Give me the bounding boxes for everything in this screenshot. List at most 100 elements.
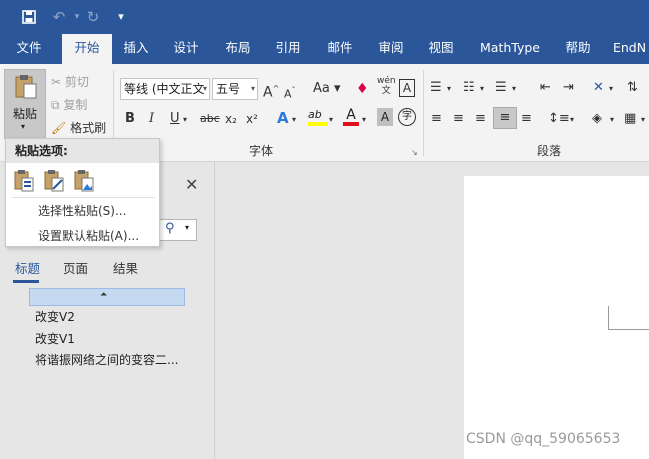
document-page[interactable] [464, 176, 649, 459]
nav-tab-pages[interactable]: 页面 [63, 258, 88, 277]
align-left-icon[interactable]: ≡ [431, 109, 442, 129]
search-dropdown-icon[interactable]: ▾ [185, 223, 189, 232]
close-icon[interactable]: ✕ [185, 175, 198, 194]
font-name-dropdown[interactable]: 等线 (中文正文 ▾ [120, 78, 210, 100]
tab-design[interactable]: 设计 [164, 34, 208, 64]
chinese-layout-dropdown-icon[interactable]: ▾ [609, 79, 613, 99]
underline-icon[interactable]: U [170, 109, 180, 129]
change-case-icon[interactable]: Aa ▾ [313, 79, 341, 99]
numbering-dropdown-icon[interactable]: ▾ [480, 79, 484, 99]
phonetic-guide-icon[interactable]: wén 文 [377, 76, 396, 96]
nav-tab-results[interactable]: 结果 [113, 258, 138, 277]
justify-icon[interactable]: ≡ [493, 107, 517, 129]
strikethrough-icon[interactable]: abc [200, 109, 220, 129]
selected-heading-item[interactable]: ⏶ [29, 288, 185, 306]
paste-options-menu: 粘贴选项: 选择性粘贴(S)... 设置默认粘贴(A)... [5, 138, 160, 247]
cut-label: 剪切 [64, 75, 89, 89]
active-tab-indicator [13, 280, 39, 283]
tab-help[interactable]: 帮助 [556, 34, 600, 64]
tab-view[interactable]: 视图 [419, 34, 463, 64]
heading-item[interactable]: 将谐振网络之间的变容二... [35, 351, 178, 368]
clipboard-icon [15, 75, 37, 99]
numbering-icon[interactable]: ☷ [463, 78, 475, 98]
heading-item[interactable]: 改变V1 [35, 330, 75, 347]
grow-font-icon[interactable]: A^ [263, 79, 279, 103]
sort-icon[interactable]: ⇅ [627, 78, 638, 98]
bullets-icon[interactable]: ☰ [430, 78, 442, 98]
redo-icon[interactable]: ↻ [82, 6, 104, 28]
tab-mathtype[interactable]: MathType [474, 34, 546, 64]
ribbon-tab-bar: 文件 开始 插入 设计 布局 引用 邮件 审阅 视图 MathType 帮助 E… [0, 34, 649, 64]
paste-button[interactable]: 粘贴 ▾ [4, 69, 46, 139]
font-color-dropdown-icon[interactable]: ▾ [362, 110, 366, 130]
paintbrush-icon: 🖌 [51, 121, 67, 135]
menu-divider [12, 197, 155, 198]
multilevel-list-dropdown-icon[interactable]: ▾ [512, 79, 516, 99]
shrink-font-icon[interactable]: Aˇ [284, 81, 296, 105]
tab-insert[interactable]: 插入 [114, 34, 158, 64]
decrease-indent-icon[interactable]: ⇤ [540, 78, 551, 98]
paste-special-menu-item[interactable]: 选择性粘贴(S)... [38, 202, 126, 219]
line-spacing-icon[interactable]: ↕≡ [548, 109, 570, 129]
increase-indent-icon[interactable]: ⇥ [563, 78, 574, 98]
align-center-icon[interactable]: ≡ [453, 109, 464, 129]
title-bar: ↶ ▾ ↻ ▾ [0, 0, 649, 34]
copy-button[interactable]: ⧉ 复制 [51, 96, 87, 113]
underline-dropdown-icon[interactable]: ▾ [183, 110, 187, 130]
enclose-characters-icon[interactable]: 字 [398, 108, 416, 126]
character-border-icon[interactable]: A [399, 79, 415, 97]
keep-source-formatting-icon[interactable] [13, 169, 35, 193]
font-size-dropdown[interactable]: 五号 ▾ [212, 78, 258, 100]
paste-dropdown-icon: ▾ [21, 122, 26, 131]
distributed-icon[interactable]: ≡ [521, 109, 532, 129]
format-painter-button[interactable]: 🖌 格式刷 [51, 119, 106, 136]
italic-icon[interactable]: I [149, 109, 154, 129]
tab-endnote[interactable]: EndN [610, 34, 649, 64]
paste-as-picture-icon[interactable] [73, 169, 95, 193]
tab-mailings[interactable]: 邮件 [318, 34, 362, 64]
borders-dropdown-icon[interactable]: ▾ [641, 110, 645, 130]
subscript-icon[interactable]: x₂ [225, 109, 237, 129]
character-shading-icon[interactable]: A [377, 108, 393, 126]
customize-quick-access-icon[interactable]: ▾ [110, 6, 132, 28]
font-size-value: 五号 [216, 82, 241, 96]
set-default-paste-menu-item[interactable]: 设置默认粘贴(A)... [38, 227, 139, 244]
copy-label: 复制 [63, 98, 88, 112]
paragraph-group-label: 段落 [537, 144, 562, 158]
borders-icon[interactable]: ▦ [624, 109, 636, 129]
tab-references[interactable]: 引用 [266, 34, 310, 64]
text-effects-icon[interactable]: A [277, 108, 289, 128]
bullets-dropdown-icon[interactable]: ▾ [447, 79, 451, 99]
nav-tab-headings[interactable]: 标题 [15, 258, 40, 277]
shading-dropdown-icon[interactable]: ▾ [610, 110, 614, 130]
merge-formatting-icon[interactable] [43, 169, 65, 193]
cut-button[interactable]: ✂ 剪切 [51, 73, 89, 90]
tab-file[interactable]: 文件 [6, 34, 52, 64]
watermark: CSDN @qq_59065653 [466, 431, 621, 447]
bold-icon[interactable]: B [125, 109, 135, 129]
highlight-dropdown-icon[interactable]: ▾ [329, 110, 333, 130]
search-icon[interactable]: ⚲ [165, 221, 175, 236]
multilevel-list-icon[interactable]: ☰ [495, 78, 507, 98]
collapse-up-icon[interactable]: ⏶ [100, 290, 107, 300]
chinese-layout-icon[interactable]: ✕ [593, 78, 604, 98]
font-dialog-launcher-icon[interactable]: ↘ [411, 148, 418, 157]
separator [423, 70, 424, 156]
shading-icon[interactable]: ◈ [592, 109, 602, 129]
highlight-icon[interactable]: ab [308, 108, 328, 126]
save-icon[interactable] [18, 6, 40, 28]
heading-item[interactable]: 改变V2 [35, 308, 75, 325]
chevron-down-icon: ▾ [250, 84, 255, 93]
font-color-icon[interactable]: A [343, 107, 359, 126]
superscript-icon[interactable]: x² [246, 109, 258, 129]
font-group-label: 字体 [249, 144, 274, 158]
text-effects-dropdown-icon[interactable]: ▾ [292, 110, 296, 130]
format-painter-label: 格式刷 [70, 121, 107, 135]
tab-layout[interactable]: 布局 [216, 34, 260, 64]
tab-review[interactable]: 审阅 [369, 34, 413, 64]
line-spacing-dropdown-icon[interactable]: ▾ [570, 110, 574, 130]
tab-home[interactable]: 开始 [62, 34, 112, 64]
clear-formatting-icon[interactable]: ♦ [356, 79, 369, 99]
paste-options-header: 粘贴选项: [6, 139, 159, 163]
align-right-icon[interactable]: ≡ [475, 109, 486, 129]
